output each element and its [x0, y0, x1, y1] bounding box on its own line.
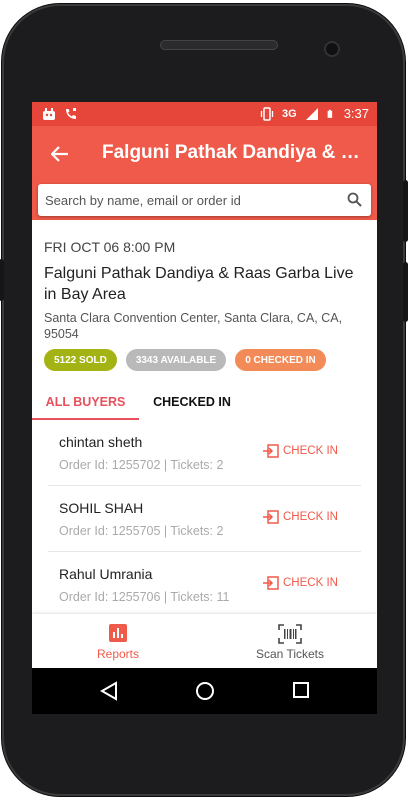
tab-checked-in[interactable]: CHECKED IN — [139, 390, 245, 420]
system-home-icon[interactable] — [195, 681, 215, 701]
buyer-list: chintan sheth Order Id: 1255702 | Ticket… — [48, 420, 361, 618]
checked-in-badge: 0 CHECKED IN — [235, 349, 326, 371]
network-type: 3G — [282, 107, 297, 120]
battery-icon — [327, 109, 332, 118]
buyer-name: chintan sheth — [59, 434, 143, 450]
available-badge: 3343 AVAILABLE — [125, 349, 227, 371]
check-in-label: CHECK IN — [283, 577, 338, 589]
app-screen: 3G 3:37 Falguni Pathak Dandiya & Raas Ga… — [32, 102, 377, 668]
nav-reports[interactable]: Reports — [32, 614, 204, 668]
check-in-label: CHECK IN — [283, 511, 338, 523]
missed-call-icon — [66, 108, 76, 119]
login-icon — [263, 576, 279, 590]
check-in-button[interactable]: CHECK IN — [263, 444, 338, 458]
buyer-tabs: ALL BUYERS CHECKED IN — [32, 390, 377, 420]
event-venue: Santa Clara Convention Center, Santa Cla… — [44, 311, 343, 341]
login-icon — [263, 510, 279, 524]
sold-badge: 5122 SOLD — [44, 349, 117, 371]
search-box — [38, 184, 371, 216]
barcode-scan-icon — [278, 624, 302, 644]
check-in-button[interactable]: CHECK IN — [263, 576, 338, 590]
bottom-navigation: Reports Scan Tickets — [32, 614, 377, 668]
phone-camera — [324, 41, 340, 57]
phone-power-button — [403, 180, 408, 242]
vibrate-icon — [260, 106, 274, 121]
nav-scan-label: Scan Tickets — [255, 647, 325, 661]
phone-side-button — [403, 262, 408, 322]
nav-scan-tickets[interactable]: Scan Tickets — [204, 614, 376, 668]
list-item[interactable]: SOHIL SHAH Order Id: 1255705 | Tickets: … — [48, 486, 361, 552]
system-back-icon[interactable] — [100, 681, 118, 701]
ticket-stats: 5122 SOLD 3343 AVAILABLE 0 CHECKED IN — [44, 349, 326, 371]
event-date: FRI OCT 06 8:00 PM — [44, 239, 176, 255]
check-in-button[interactable]: CHECK IN — [263, 510, 338, 524]
nav-reports-label: Reports — [96, 647, 140, 661]
search-bar-container — [32, 182, 377, 220]
list-item[interactable]: chintan sheth Order Id: 1255702 | Ticket… — [48, 420, 361, 486]
list-item[interactable]: Rahul Umrania Order Id: 1255706 | Ticket… — [48, 552, 361, 618]
signal-icon — [305, 107, 318, 120]
buyer-order-details: Order Id: 1255706 | Tickets: 11 — [59, 590, 230, 604]
phone-volume-button — [0, 259, 4, 301]
buyer-name: SOHIL SHAH — [59, 500, 144, 516]
status-bar: 3G 3:37 — [32, 102, 377, 126]
buyer-order-details: Order Id: 1255705 | Tickets: 2 — [59, 524, 224, 538]
event-title: Falguni Pathak Dandiya & Raas Garba Live… — [44, 265, 354, 303]
search-icon[interactable] — [347, 192, 362, 207]
arrow-back-icon — [51, 146, 68, 162]
status-time: 3:37 — [343, 106, 369, 121]
search-input[interactable] — [45, 189, 335, 211]
check-in-label: CHECK IN — [283, 445, 338, 457]
phone-speaker — [160, 40, 278, 50]
tab-all-buyers[interactable]: ALL BUYERS — [32, 390, 139, 420]
login-icon — [263, 444, 279, 458]
app-bar: Falguni Pathak Dandiya & Raas Garba Live… — [32, 126, 377, 182]
buyer-name: Rahul Umrania — [59, 566, 153, 582]
bar-chart-icon — [109, 624, 127, 642]
buyer-order-details: Order Id: 1255702 | Tickets: 2 — [59, 458, 224, 472]
back-button[interactable] — [44, 138, 76, 170]
system-recents-icon[interactable] — [292, 681, 310, 699]
system-navigation-bar — [32, 668, 377, 714]
android-notification-icon — [43, 108, 55, 120]
page-title: Falguni Pathak Dandiya & Raas Garba Live… — [102, 142, 364, 163]
